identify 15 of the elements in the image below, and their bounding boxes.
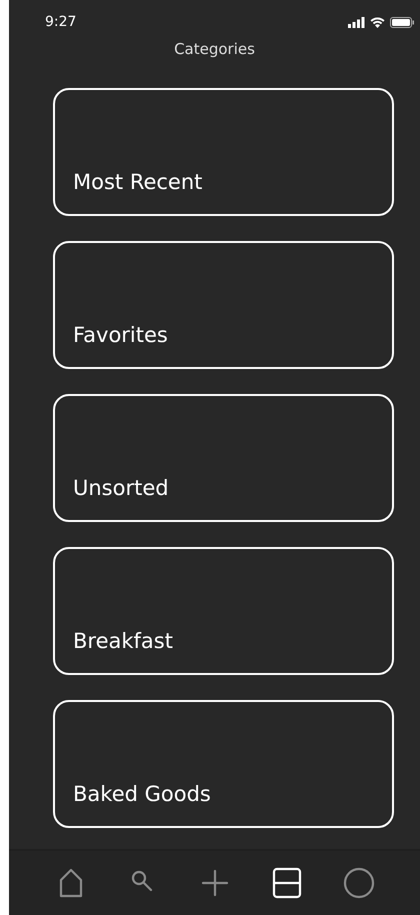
category-card[interactable]: Unsorted (53, 394, 394, 522)
category-label: Most Recent (73, 170, 202, 194)
screen-title: Categories (173, 40, 256, 58)
battery-icon (390, 16, 414, 28)
category-label: Favorites (73, 323, 168, 347)
category-label: Breakfast (73, 629, 173, 653)
category-label: Unsorted (73, 476, 169, 500)
signal-icon (348, 16, 365, 28)
category-card[interactable]: Most Recent (53, 88, 394, 216)
category-card[interactable]: Breakfast (53, 547, 394, 675)
wifi-icon (370, 16, 385, 28)
category-label: Baked Goods (73, 782, 211, 806)
category-card[interactable]: Baked Goods (53, 700, 394, 828)
status-time: 9:27 (45, 14, 76, 30)
category-card[interactable]: Favorites (53, 241, 394, 369)
